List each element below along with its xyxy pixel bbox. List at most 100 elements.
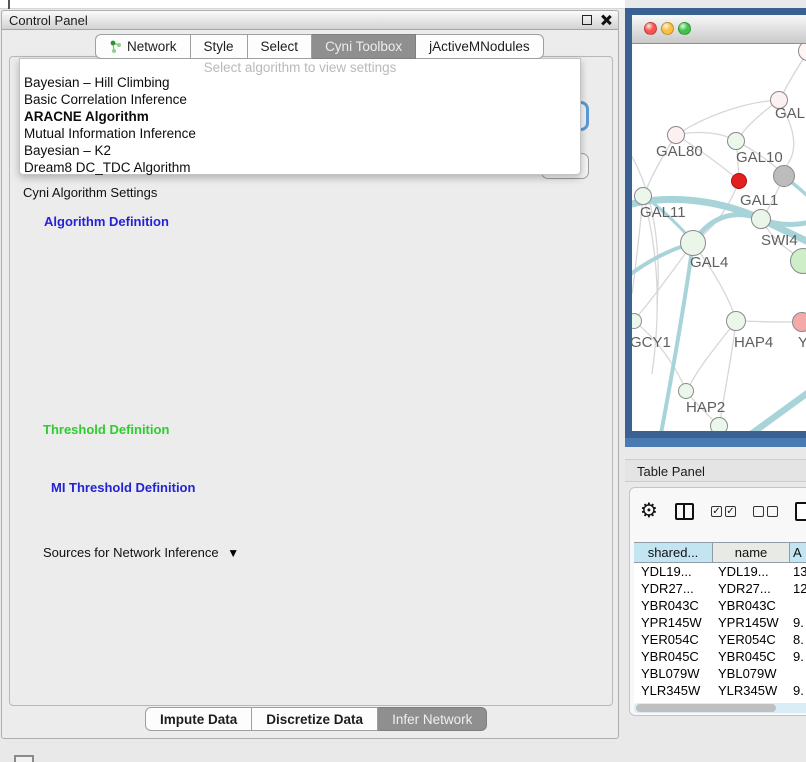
expand-down-icon: ▼ [227,546,239,560]
dropdown-item[interactable]: Dream8 DC_TDC Algorithm [24,160,191,176]
network-node-hap2[interactable] [678,383,694,399]
cell-value[interactable] [790,597,806,614]
tab-infer-network[interactable]: Infer Network [378,707,487,731]
minimize-traffic-light-icon[interactable] [661,22,674,35]
dropdown-item[interactable]: Mutual Information Inference [24,126,196,142]
top-strip-divider [8,0,10,9]
select-all-columns-icon[interactable]: ✓ ✓ [711,506,736,517]
cell-shared-name[interactable]: YER054C [634,631,713,648]
dropdown-item[interactable]: Bayesian – K2 [24,143,111,159]
cell-shared-name[interactable]: YLR345W [634,682,713,699]
close-icon[interactable] [600,14,612,26]
cell-value[interactable]: 9. [790,648,806,665]
table-row[interactable]: YBR045C YBR045C 9. [634,648,806,665]
zoom-traffic-light-icon[interactable] [678,22,691,35]
network-canvas[interactable]: GAL GAL80 GAL10 GAL1 GAL11 SWI4 GAL4 GCY… [632,44,806,431]
cell-value[interactable]: 13 [790,563,806,580]
cell-shared-name[interactable]: YBR043C [634,597,713,614]
table-horizontal-scrollbar[interactable] [634,703,806,713]
settings-group-title: Cyni Algorithm Settings [19,185,161,200]
cell-value[interactable]: 9. [790,614,806,631]
column-header-shared-name[interactable]: shared... [634,543,713,562]
dropdown-item[interactable]: Bayesian – Hill Climbing [24,75,170,91]
cell-name[interactable]: YER054C [713,631,790,648]
dropdown-item[interactable]: Basic Correlation Inference [24,92,187,108]
network-node-salmon[interactable] [792,312,806,332]
tab-cyni-toolbox-label: Cyni Toolbox [325,39,402,54]
table-row[interactable]: YPR145W YPR145W 9. [634,614,806,631]
cell-shared-name[interactable]: YBL079W [634,665,713,682]
dropdown-item-selected[interactable]: ARACNE Algorithm [24,109,149,125]
table-row[interactable]: YDR27... YDR27... 12 [634,580,806,597]
column-header-name[interactable]: name [713,543,790,562]
table-panel-titlebar: Table Panel [625,459,806,482]
node-label: GAL10 [736,149,783,166]
table-panel-title: Table Panel [637,464,705,479]
network-node-gal4[interactable] [680,230,706,256]
sources-group-title[interactable]: Sources for Network Inference ▼ [39,545,243,560]
columns-icon[interactable] [675,503,694,520]
tab-cyni-toolbox[interactable]: Cyni Toolbox [312,34,416,59]
tab-jactivemnodules-label: jActiveMNodules [429,39,530,54]
cell-value[interactable]: 12 [790,580,806,597]
node-label: HAP2 [686,399,725,416]
tab-style[interactable]: Style [191,34,248,59]
tab-discretize-data[interactable]: Discretize Data [252,707,378,731]
tab-impute-data[interactable]: Impute Data [145,707,252,731]
node-table: shared... name A YDL19... YDL19... 13 YD… [634,542,806,703]
algorithm-dropdown-list: Select algorithm to view settings Bayesi… [19,58,581,175]
float-window-icon[interactable] [582,15,592,25]
table-row[interactable]: YBL079W YBL079W [634,665,806,682]
cell-name[interactable]: YDR27... [713,580,790,597]
network-view-window: GAL GAL80 GAL10 GAL1 GAL11 SWI4 GAL4 GCY… [625,8,806,438]
network-node-swi4[interactable] [751,209,771,229]
cell-shared-name[interactable]: YDL19... [634,563,713,580]
table-row[interactable]: YER054C YER054C 8. [634,631,806,648]
control-panel-tab-bar: Network Style Select Cyni Toolbox jActiv… [95,34,544,59]
node-label: GAL80 [656,143,703,160]
table-row[interactable]: YBR043C YBR043C [634,597,806,614]
cell-shared-name[interactable]: YBR045C [634,648,713,665]
table-row[interactable]: YLR345W YLR345W 9. [634,682,806,699]
node-label: GAL [775,105,805,122]
table-row[interactable]: YDL19... YDL19... 13 [634,563,806,580]
tab-select[interactable]: Select [248,34,313,59]
cell-name[interactable]: YBR043C [713,597,790,614]
network-node[interactable] [710,417,728,431]
network-window-titlebar [632,15,806,44]
network-node-hap4[interactable] [726,311,746,331]
cell-value[interactable] [790,665,806,682]
dropdown-placeholder: Select algorithm to view settings [20,60,580,75]
cell-name[interactable]: YPR145W [713,614,790,631]
network-icon [109,40,122,53]
cell-value[interactable]: 9. [790,682,806,699]
cell-value[interactable]: 8. [790,631,806,648]
cell-name[interactable]: YBR045C [713,648,790,665]
tab-network-label: Network [127,39,177,54]
close-traffic-light-icon[interactable] [644,22,657,35]
cell-name[interactable]: YDL19... [713,563,790,580]
new-table-icon[interactable] [795,502,806,521]
network-node-gal80[interactable] [667,126,685,144]
column-header-clipped[interactable]: A [790,543,806,562]
network-node-gal11[interactable] [634,187,652,205]
algorithm-definition-title: Algorithm Definition [40,214,173,229]
minimized-panel-chip[interactable] [14,755,34,762]
cell-name[interactable]: YBL079W [713,665,790,682]
cell-name[interactable]: YLR345W [713,682,790,699]
tab-jactivemnodules[interactable]: jActiveMNodules [416,34,544,59]
checked-checkbox-icon: ✓ [725,506,736,517]
network-node-gray[interactable] [773,165,795,187]
deselect-all-columns-icon[interactable] [753,506,778,517]
network-node-gal10[interactable] [727,132,745,150]
scrollbar-thumb[interactable] [636,704,776,712]
cell-shared-name[interactable]: YPR145W [634,614,713,631]
node-label: GCY1 [632,334,671,351]
gear-icon[interactable]: ⚙ [640,500,658,522]
tab-network[interactable]: Network [95,34,191,59]
table-body: YDL19... YDL19... 13 YDR27... YDR27... 1… [634,563,806,703]
mi-threshold-group-title: MI Threshold Definition [47,480,199,495]
tab-style-label: Style [204,39,234,54]
network-node-selected-red[interactable] [731,173,747,189]
cell-shared-name[interactable]: YDR27... [634,580,713,597]
